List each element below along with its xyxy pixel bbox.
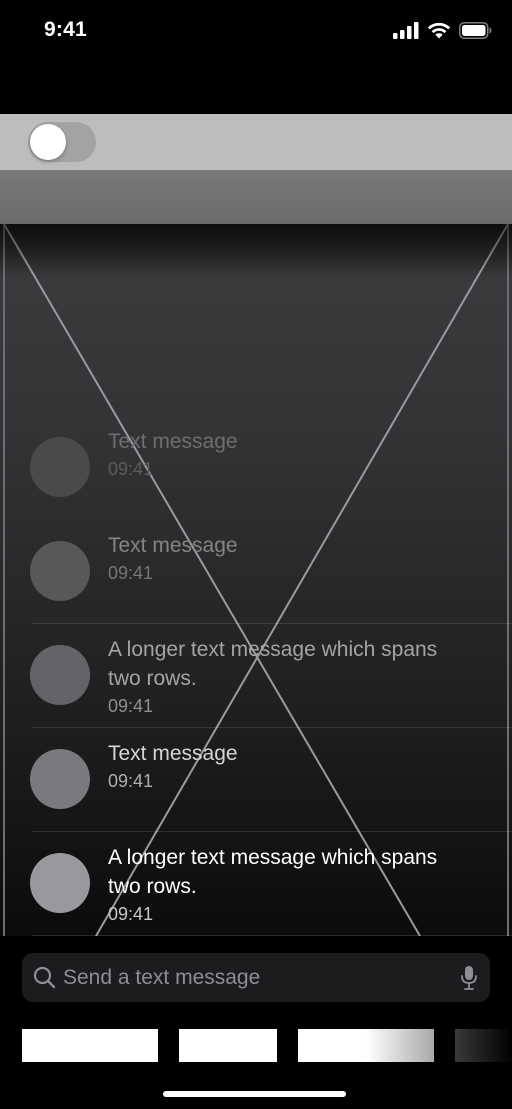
avatar xyxy=(30,645,90,705)
toggle-switch[interactable] xyxy=(28,122,96,162)
avatar xyxy=(30,853,90,913)
message-input[interactable] xyxy=(63,953,443,1002)
home-indicator[interactable] xyxy=(163,1091,346,1097)
status-bar: 9:41 xyxy=(0,0,512,62)
suggestion-chip[interactable] xyxy=(22,1029,158,1062)
header-toggle-bar xyxy=(0,114,512,170)
suggestion-chip[interactable] xyxy=(298,1029,434,1062)
microphone-icon[interactable] xyxy=(460,965,478,991)
message-text: A longer text message which spans two ro… xyxy=(108,846,438,898)
suggestion-chip[interactable] xyxy=(455,1029,512,1062)
message-time: 09:41 xyxy=(108,771,154,791)
message-time: 09:41 xyxy=(108,696,154,716)
header-placeholder-band xyxy=(0,170,512,224)
status-icons xyxy=(393,20,492,40)
suggestion-chip[interactable] xyxy=(179,1029,277,1062)
divider xyxy=(32,831,512,832)
avatar xyxy=(30,437,90,497)
toggle-knob[interactable] xyxy=(30,124,66,160)
message-text: Text message xyxy=(108,430,238,453)
divider xyxy=(32,623,512,624)
message-time: 09:41 xyxy=(108,563,154,583)
message-time: 09:41 xyxy=(108,904,154,924)
divider xyxy=(32,727,512,728)
avatar xyxy=(30,749,90,809)
message-composer[interactable] xyxy=(22,953,490,1002)
message-list-area[interactable]: Text message 09:41 Text message 09:41 A … xyxy=(0,224,512,936)
message-text: Text message xyxy=(108,534,238,557)
composer-area xyxy=(0,936,512,1109)
top-shadow xyxy=(0,224,512,274)
search-icon xyxy=(33,966,56,989)
signal-bars-icon xyxy=(393,21,419,39)
avatar xyxy=(30,541,90,601)
message-text: Text message xyxy=(108,742,238,765)
wifi-icon xyxy=(427,22,451,38)
message-text: A longer text message which spans two ro… xyxy=(108,638,438,690)
battery-icon xyxy=(459,21,492,39)
status-time: 9:41 xyxy=(44,18,87,41)
message-time: 09:41 xyxy=(108,459,154,479)
